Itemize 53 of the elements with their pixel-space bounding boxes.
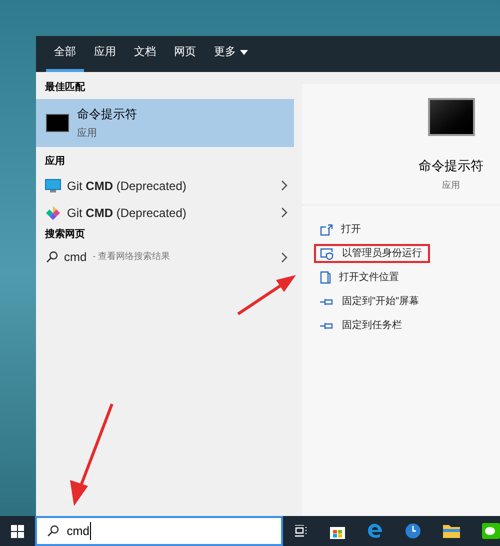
action-item[interactable]: 固定到"开始"屏幕 xyxy=(314,292,428,311)
chevron-right-icon xyxy=(281,180,288,191)
action-item[interactable]: 打开 xyxy=(314,220,369,239)
section-heading: 应用 xyxy=(44,154,66,169)
browser-icon[interactable] xyxy=(367,523,383,539)
filter-tab[interactable]: 文档 xyxy=(126,36,164,72)
action-item[interactable]: 打开文件位置 xyxy=(314,268,407,287)
search-icon xyxy=(46,251,58,263)
web-search-item[interactable]: cmd - 查看网络搜索结果 xyxy=(36,245,300,269)
taskbar-search-field[interactable]: cmd xyxy=(34,516,283,546)
app-name: Git CMD (Deprecated) xyxy=(67,204,188,222)
detail-subtitle: 应用 xyxy=(442,178,460,192)
action-label: 打开文件位置 xyxy=(339,270,399,285)
folder-icon[interactable] xyxy=(443,524,460,538)
action-item[interactable]: 以管理员身份运行 xyxy=(314,244,430,263)
pin-icon xyxy=(320,296,334,306)
windows-logo-icon[interactable] xyxy=(10,524,24,538)
clock-icon[interactable] xyxy=(405,523,421,539)
chevron-right-icon xyxy=(281,207,288,218)
app-result-item[interactable]: Git CMD (Deprecated) xyxy=(36,172,300,199)
search-query: cmd xyxy=(64,249,87,266)
terminal-icon xyxy=(428,98,474,136)
app-title: 命令提示符 xyxy=(77,106,137,123)
chevron-right-icon xyxy=(281,252,288,262)
app-name: Git CMD (Deprecated) xyxy=(67,178,188,194)
app-result-item[interactable]: Git CMD (Deprecated) xyxy=(36,199,300,226)
section-heading: 搜索网页 xyxy=(44,228,86,242)
action-label: 固定到"开始"屏幕 xyxy=(342,294,420,309)
filter-tab[interactable]: 应用 xyxy=(86,36,124,72)
app-subtitle: 应用 xyxy=(77,126,98,141)
terminal-icon xyxy=(46,114,69,132)
filter-tab[interactable]: 网页 xyxy=(166,36,204,72)
action-label: 打开 xyxy=(341,222,361,237)
filter-tab[interactable]: 全部 xyxy=(46,36,84,72)
action-item[interactable]: 固定到任务栏 xyxy=(314,316,410,335)
filter-tab[interactable]: 更多 xyxy=(206,36,256,72)
search-icon xyxy=(46,525,59,537)
section-heading: 最佳匹配 xyxy=(44,80,86,95)
shield-window-icon xyxy=(320,248,334,260)
chat-icon[interactable] xyxy=(482,523,500,539)
diamond-icon xyxy=(45,204,61,220)
search-value: cmd xyxy=(66,522,92,540)
open-window-icon xyxy=(320,224,333,236)
annotation-arrow xyxy=(236,272,298,316)
document-icon xyxy=(320,271,331,284)
monitor-icon xyxy=(45,178,61,192)
search-hint: - 查看网络搜索结果 xyxy=(92,250,172,264)
best-match-item[interactable]: 命令提示符 应用 xyxy=(36,99,294,147)
task-view-icon[interactable] xyxy=(295,525,308,537)
action-label: 固定到任务栏 xyxy=(342,318,402,333)
action-label: 以管理员身份运行 xyxy=(342,246,422,261)
pin-icon xyxy=(320,320,334,330)
detail-title: 命令提示符 xyxy=(418,157,484,175)
